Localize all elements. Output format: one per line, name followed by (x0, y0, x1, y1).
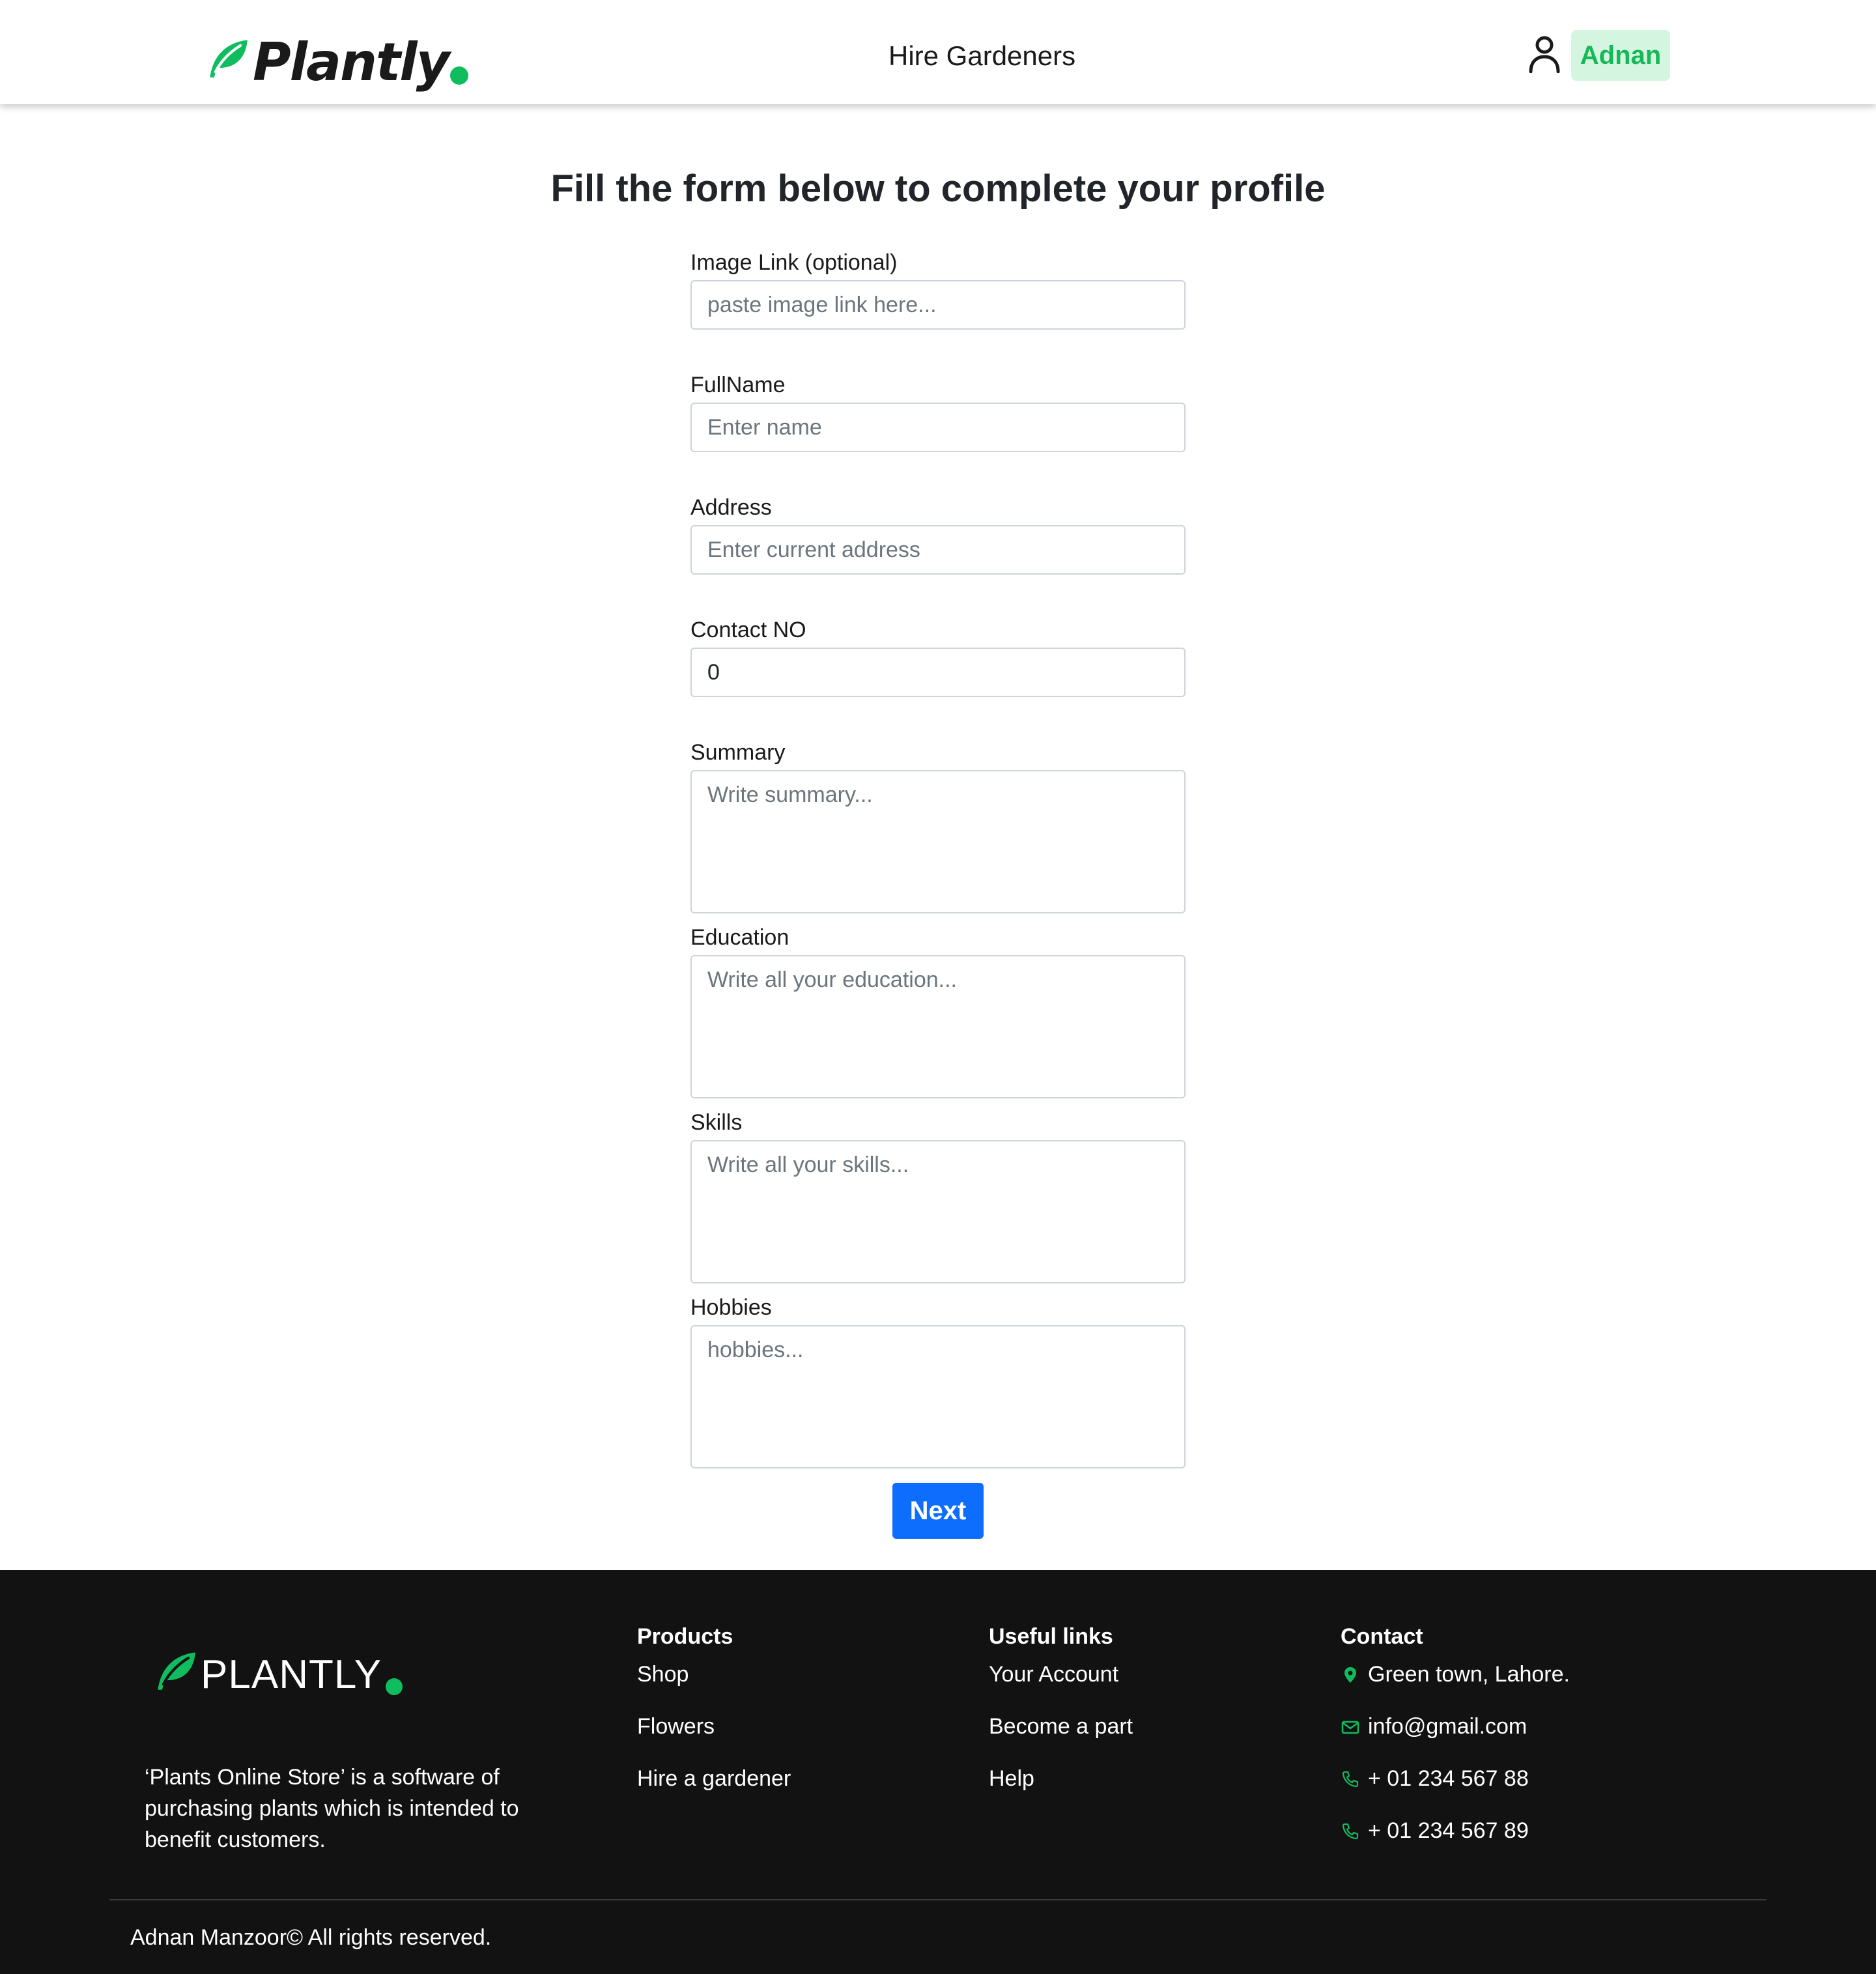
next-button[interactable]: Next (892, 1483, 984, 1539)
summary-label: Summary (690, 740, 786, 765)
footer-logo-text: PLANTLY (201, 1652, 382, 1697)
image-link-field-group: Image Link (optional) paste image link h… (690, 248, 1186, 330)
address-label: Address (690, 495, 772, 520)
skills-textarea[interactable]: Write all your skills... (690, 1140, 1186, 1283)
footer-products-heading: Products (637, 1624, 733, 1649)
education-textarea[interactable]: Write all your education... (690, 955, 1186, 1098)
footer-link-shop[interactable]: Shop (637, 1659, 791, 1711)
full-name-input[interactable]: Enter name (690, 403, 1186, 452)
summary-textarea[interactable]: Write summary... (690, 770, 1186, 913)
full-name-field-group: FullName Enter name (690, 370, 1186, 452)
user-name-badge[interactable]: Adnan (1571, 30, 1670, 81)
skills-label: Skills (690, 1110, 743, 1135)
leaf-icon (210, 40, 248, 78)
full-name-label: FullName (690, 373, 786, 397)
brand-logo[interactable]: Plantly (206, 30, 468, 95)
footer-logo-dot (386, 1678, 403, 1695)
address-input[interactable]: Enter current address (690, 525, 1186, 575)
site-footer: PLANTLY ‘Plants Online Store’ is a softw… (0, 1570, 1876, 1974)
mail-icon (1341, 1721, 1359, 1734)
footer-link-hire-gardener[interactable]: Hire a gardener (637, 1763, 791, 1815)
footer-link-your-account[interactable]: Your Account (989, 1659, 1133, 1711)
nav-link-hire-gardeners[interactable]: Hire Gardeners (888, 38, 1075, 74)
footer-useful-links-column: Useful links Your Account Become a part … (989, 1621, 1133, 1815)
phone-icon (1342, 1771, 1359, 1788)
contact-field-group: Contact NO 0 (690, 615, 1186, 697)
footer-useful-links-heading: Useful links (989, 1624, 1113, 1649)
user-icon[interactable] (1528, 35, 1561, 73)
leaf-icon (158, 1652, 195, 1690)
footer-description: ‘Plants Online Store’ is a software of p… (145, 1765, 519, 1852)
top-navbar: Plantly Hire Gardeners Adnan (0, 0, 1876, 104)
contact-label: Contact NO (690, 618, 806, 642)
brand-logo-text: Plantly (253, 32, 450, 93)
footer-contact-email[interactable]: info@gmail.com (1341, 1711, 1570, 1763)
phone-icon (1342, 1823, 1359, 1840)
page-title: Fill the form below to complete your pro… (550, 167, 1326, 210)
image-link-input[interactable]: paste image link here... (690, 280, 1186, 330)
education-label: Education (690, 925, 789, 950)
footer-contact-phone-2[interactable]: + 01 234 567 89 (1341, 1815, 1570, 1867)
hobbies-textarea[interactable]: hobbies... (690, 1325, 1186, 1468)
footer-address-text: Green town, Lahore. (1368, 1662, 1570, 1687)
hobbies-label: Hobbies (690, 1295, 772, 1320)
education-field-group: Education Write all your education... (690, 923, 1186, 1098)
hobbies-field-group: Hobbies hobbies... (690, 1293, 1186, 1468)
footer-products-column: Products Shop Flowers Hire a gardener (637, 1621, 791, 1815)
skills-field-group: Skills Write all your skills... (690, 1108, 1186, 1283)
footer-contact-address: Green town, Lahore. (1341, 1659, 1570, 1711)
footer-logo[interactable]: PLANTLY (154, 1652, 403, 1697)
brand-logo-dot (449, 66, 468, 85)
footer-contact-column: Contact Green town, Lahore. info@gmail.c… (1341, 1621, 1570, 1867)
summary-field-group: Summary Write summary... (690, 737, 1186, 913)
footer-contact-heading: Contact (1341, 1624, 1423, 1649)
footer-phone-2-text: + 01 234 567 89 (1368, 1818, 1529, 1843)
footer-phone-1-text: + 01 234 567 88 (1368, 1766, 1529, 1791)
contact-input[interactable]: 0 (690, 648, 1186, 697)
footer-copyright: Adnan Manzoor© All rights reserved. (130, 1925, 492, 1950)
footer-link-help[interactable]: Help (989, 1763, 1133, 1815)
footer-divider (109, 1899, 1767, 1900)
location-pin-icon (1344, 1667, 1356, 1683)
address-field-group: Address Enter current address (690, 493, 1186, 575)
image-link-label: Image Link (optional) (690, 250, 898, 275)
footer-email-text: info@gmail.com (1368, 1714, 1528, 1739)
footer-link-flowers[interactable]: Flowers (637, 1711, 791, 1763)
footer-link-become-a-part[interactable]: Become a part (989, 1711, 1133, 1763)
footer-contact-phone-1[interactable]: + 01 234 567 88 (1341, 1763, 1570, 1815)
